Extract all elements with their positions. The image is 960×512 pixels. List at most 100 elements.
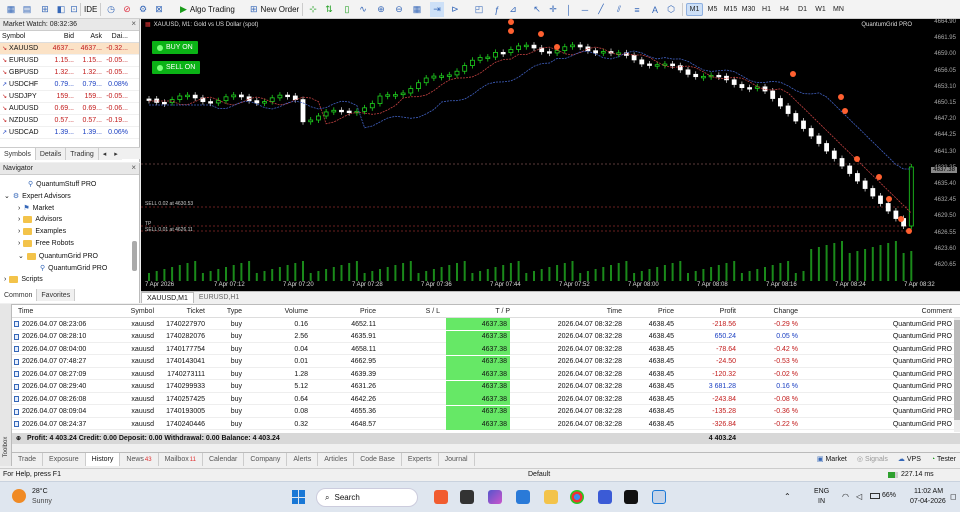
weather-icon[interactable] [12,489,26,503]
market-watch-row[interactable]: ↗ USDCHF 0.79... 0.79... 0.08% [0,79,139,91]
trendline-icon[interactable]: ╱ [594,2,608,17]
col-header-type[interactable]: Type [210,305,242,317]
market-watch-row[interactable]: ↘ XAUUSD 4637... 4637... -0.32... [0,43,139,55]
tab-favorites[interactable]: Favorites [37,289,76,301]
tab-calendar[interactable]: Calendar [203,453,245,466]
weather-temp[interactable]: 28°C [32,488,48,495]
screenshot-icon[interactable]: ◰ [472,2,486,17]
autoscroll-icon[interactable]: ⇥ [430,2,444,17]
options-icon[interactable]: ⚙ [136,2,150,17]
tab-details[interactable]: Details [35,148,67,160]
market-watch-row[interactable]: ↘ NZDUSD 0.57... 0.57... -0.19... [0,115,139,127]
vertical-line-icon[interactable]: │ [562,2,576,17]
col-header-sl[interactable]: S / L [380,305,440,317]
nav-quantumstuff[interactable]: ⚲ QuantumStuff PRO [28,180,96,189]
profiles-icon[interactable]: ▤ [20,2,34,17]
text-tool-icon[interactable]: A [648,2,662,17]
windows-start-icon[interactable] [292,490,306,504]
navigator-icon[interactable]: ⊡ [68,2,80,17]
col-daily[interactable]: Dai... [102,33,130,40]
new-chart-icon[interactable]: ▦ [4,2,18,17]
shapes-icon[interactable]: ⬡ [664,2,678,17]
file-explorer-icon[interactable] [544,490,558,504]
history-row[interactable]: 2026.04.07 07:48:27 xauusd 1740143041 buy 0.… [12,355,960,368]
tab-history[interactable]: History [85,453,121,466]
volume-icon[interactable]: ◁ [856,492,862,501]
col-header-ticket[interactable]: Ticket [157,305,205,317]
tab-articles[interactable]: Articles [318,453,355,466]
col-header-profit[interactable]: Profit [680,305,736,317]
notifications-icon[interactable]: ◻ [950,492,957,501]
col-header-symbol[interactable]: Symbol [102,305,154,317]
tester-link[interactable]: ◔ Tester [931,456,956,463]
wifi-icon[interactable]: ◠ [842,492,849,501]
tab-alerts[interactable]: Alerts [287,453,319,466]
bar-chart-icon[interactable]: ▯ [340,2,354,17]
new-order-button[interactable]: ⊞ New Order [250,3,299,16]
history-row[interactable]: 2026.04.07 08:24:37 xauusd 1740240446 buy 0.… [12,418,960,430]
tab-news[interactable]: News 43 [120,453,159,466]
tab-eurusd-h1[interactable]: EURUSD,H1 [194,292,244,303]
buy-on-button[interactable]: BUY ON [152,41,198,54]
clock-time[interactable]: 11:02 AM [914,488,943,495]
copilot-icon[interactable] [434,490,448,504]
col-header-comment[interactable]: Comment [804,305,952,317]
ide-button[interactable]: IDE [84,3,97,16]
metatrader-icon[interactable] [652,490,666,504]
zoom-in-icon[interactable]: ⊕ [374,2,388,17]
app-icon[interactable] [598,490,612,504]
tab-journal[interactable]: Journal [439,453,475,466]
timeframe-d1[interactable]: D1 [794,3,811,16]
market-watch-row[interactable]: ↗ USDCAD 1.39... 1.39... 0.06% [0,127,139,139]
edge-icon[interactable] [516,490,530,504]
input-region[interactable]: IN [818,498,825,505]
signals-link[interactable]: ◎ Signals [857,455,888,463]
nav-quantumgrid-folder[interactable]: ⌄ QuantumGrid PRO [18,252,98,260]
strategy-tester-icon[interactable]: ⊘ [120,2,134,17]
timeframe-m30[interactable]: M30 [740,3,757,16]
chart-shift-icon[interactable]: ⊳ [448,2,462,17]
tab-common[interactable]: Common [0,289,38,301]
fibonacci-icon[interactable]: ≡ [630,2,644,17]
tab-trading[interactable]: Trading [66,148,99,160]
history-row[interactable]: 2026.04.07 08:23:06 xauusd 1740227970 buy 0.… [12,318,960,330]
tradingview-icon[interactable] [624,490,638,504]
tab-company[interactable]: Company [244,453,288,466]
col-symbol[interactable]: Symbol [0,33,46,40]
zoom-out-icon[interactable]: ⊖ [392,2,406,17]
chrome-icon[interactable] [570,490,584,504]
crosshair-icon[interactable]: ⊹ [306,2,320,17]
tab-code-base[interactable]: Code Base [354,453,402,466]
close-icon[interactable]: × [131,163,136,172]
col-header-price[interactable]: Price [312,305,376,317]
chevron-up-icon[interactable]: ⌃ [784,492,791,501]
taskbar-search[interactable]: ⌕ Search [316,488,418,507]
status-profile[interactable]: Default [528,471,550,478]
vps-link[interactable]: ☁ VPS [898,455,921,463]
col-ask[interactable]: Ask [74,33,102,40]
nav-advisors[interactable]: › Advisors [18,216,62,223]
history-row[interactable]: 2026.04.07 08:28:10 xauusd 1740282076 buy 2.… [12,330,960,343]
tile-icon[interactable]: ▦ [410,2,424,17]
indicators-icon[interactable]: ƒ [490,2,504,17]
trade-icon[interactable]: ⇅ [322,2,336,17]
table-scrollbar[interactable] [954,318,960,432]
tab-scroll-right-icon[interactable]: ▸ [110,148,122,160]
market-watch-row[interactable]: ↘ AUDUSD 0.69... 0.69... -0.06... [0,103,139,115]
col-header-tp[interactable]: T / P [446,305,510,317]
tab-scroll-left-icon[interactable]: ◂ [98,148,111,160]
input-language[interactable]: ENG [814,488,829,495]
timeframe-m1[interactable]: M1 [686,3,703,16]
sell-on-button[interactable]: SELL ON [152,61,201,74]
battery-indicator[interactable]: 66% [870,492,896,499]
tab-trade[interactable]: Trade [12,453,44,466]
nav-free-robots[interactable]: › Free Robots [18,240,74,247]
tab-xauusd-m1[interactable]: XAUUSD,M1 [141,292,194,303]
history-row[interactable]: 2026.04.07 08:09:04 xauusd 1740193005 buy 0.… [12,405,960,418]
price-chart[interactable]: ▦ XAUUSD, M1: Gold vs US Dollar (spot) Qu… [141,19,960,291]
chart-canvas[interactable] [141,19,960,291]
timeframe-h1[interactable]: H1 [758,3,775,16]
task-view-icon[interactable] [460,490,474,504]
copilot-app-icon[interactable] [488,490,502,504]
tab-experts[interactable]: Experts [402,453,439,466]
